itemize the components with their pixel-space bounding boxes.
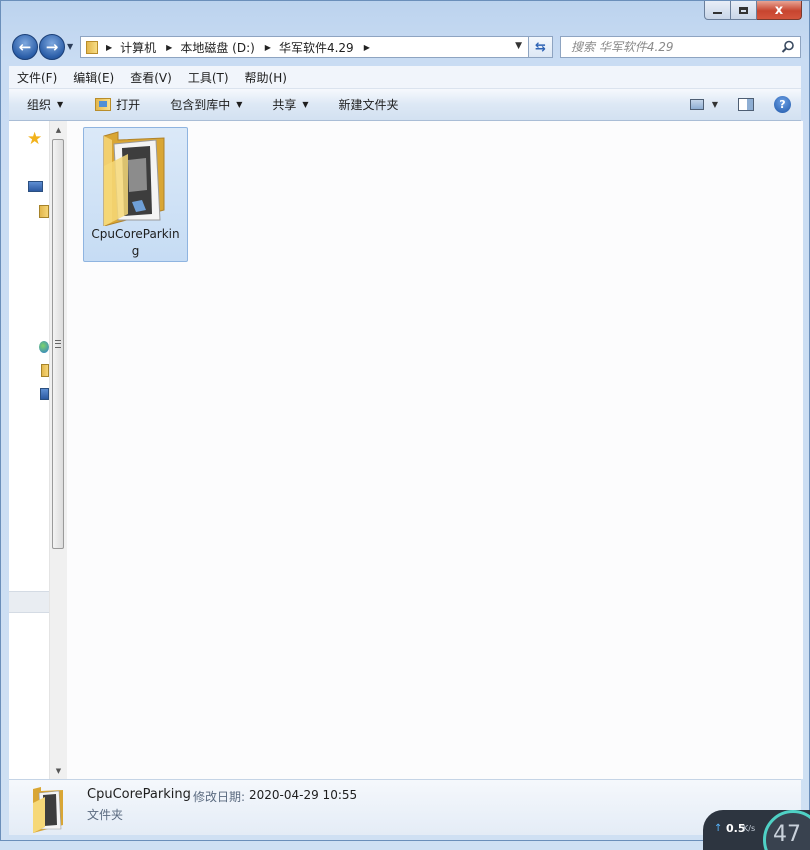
computer-icon[interactable]: [40, 388, 49, 400]
maximize-button[interactable]: [731, 1, 757, 20]
search-icon[interactable]: [781, 40, 795, 54]
maximize-icon: [739, 6, 748, 14]
navigation-pane[interactable]: ★: [9, 121, 49, 779]
new-folder-label: 新建文件夹: [338, 98, 399, 112]
crumb-separator-icon[interactable]: ▶: [265, 43, 271, 52]
caption-buttons: x: [704, 1, 802, 20]
menu-bar: 文件(F) 编辑(E) 查看(V) 工具(T) 帮助(H): [9, 66, 801, 89]
close-button[interactable]: x: [757, 1, 802, 20]
crumb-separator-icon[interactable]: ▶: [106, 43, 112, 52]
details-modified-label: 修改日期:: [193, 790, 246, 804]
navigation-row: ← → ▼ ▶ 计算机 ▶ 本地磁盘 (D:) ▶ 华军软件4.29 ▶ ▼ ⇆: [1, 33, 809, 61]
file-item-folder[interactable]: CpuCoreParking: [83, 127, 188, 262]
libraries-icon[interactable]: [39, 205, 49, 218]
nav-pane-divider: [9, 591, 49, 613]
dropdown-arrow-icon: ▼: [57, 100, 64, 109]
homegroup-icon[interactable]: [39, 341, 49, 353]
arrow-left-icon: ←: [18, 38, 32, 56]
details-file-name: CpuCoreParking: [87, 787, 191, 802]
folder-icon[interactable]: [41, 364, 49, 377]
dropdown-arrow-icon: ▼: [236, 100, 243, 109]
speed-number: 47: [773, 822, 801, 847]
share-button[interactable]: 共享 ▼: [252, 89, 318, 120]
speed-unit: K/s: [743, 824, 756, 833]
dropdown-arrow-icon: ▼: [302, 100, 309, 109]
details-file-type: 文件夹: [87, 808, 124, 822]
grip-icon: [55, 340, 61, 348]
favorites-star-icon[interactable]: ★: [27, 129, 42, 149]
details-modified-date: 2020-04-29 10:55: [249, 788, 358, 802]
details-pane: CpuCoreParking 修改日期: 2020-04-29 10:55 文件…: [9, 779, 801, 835]
refresh-button[interactable]: ⇆: [529, 36, 553, 58]
minimize-button[interactable]: [704, 1, 731, 20]
view-controls: ▼ ?: [689, 89, 791, 120]
new-folder-button[interactable]: 新建文件夹: [319, 89, 409, 120]
scroll-up-icon[interactable]: ▲: [50, 121, 67, 138]
scroll-down-icon[interactable]: ▼: [50, 762, 67, 779]
desktop-icon[interactable]: [28, 181, 43, 192]
menu-help[interactable]: 帮助(H): [237, 69, 295, 86]
preview-pane-icon[interactable]: [738, 98, 754, 111]
include-in-library-button[interactable]: 包含到库中 ▼: [150, 89, 252, 120]
organize-button[interactable]: 组织 ▼: [9, 89, 73, 120]
menu-tools[interactable]: 工具(T): [180, 69, 237, 86]
search-box[interactable]: [560, 36, 801, 58]
arrow-right-icon: →: [45, 38, 59, 56]
scroll-thumb[interactable]: [52, 139, 64, 549]
menu-edit[interactable]: 编辑(E): [65, 69, 122, 86]
folder-icon: [86, 40, 98, 54]
organize-label: 组织: [27, 98, 52, 112]
command-bar: 组织 ▼ 打开 包含到库中 ▼ 共享 ▼ 新建文件夹 ▼ ?: [9, 89, 801, 121]
network-speed-widget[interactable]: ↑ 0.5 K/s 47: [703, 810, 810, 850]
recent-pages-dropdown[interactable]: ▼: [67, 42, 73, 51]
nav-pane-scrollbar[interactable]: ▲ ▼: [49, 121, 67, 779]
share-label: 共享: [272, 98, 297, 112]
forward-button[interactable]: →: [39, 34, 65, 60]
include-library-label: 包含到库中: [170, 98, 231, 112]
address-bar[interactable]: ▶ 计算机 ▶ 本地磁盘 (D:) ▶ 华军软件4.29 ▶ ▼: [80, 36, 529, 58]
address-dropdown-icon[interactable]: ▼: [515, 41, 522, 51]
crumb-separator-icon[interactable]: ▶: [364, 43, 370, 52]
file-list-area[interactable]: CpuCoreParking: [67, 121, 803, 779]
file-name-label: CpuCoreParking: [91, 227, 180, 258]
view-mode-icon[interactable]: [689, 99, 704, 110]
crumb-separator-icon[interactable]: ▶: [166, 43, 172, 52]
breadcrumb-computer[interactable]: 计算机: [120, 39, 156, 56]
help-icon[interactable]: ?: [774, 96, 791, 113]
menu-view[interactable]: 查看(V): [122, 69, 180, 86]
breadcrumb-local-disk[interactable]: 本地磁盘 (D:): [180, 39, 254, 56]
menu-file[interactable]: 文件(F): [9, 69, 65, 86]
folder-icon: [33, 787, 63, 833]
upload-arrow-icon: ↑: [714, 823, 723, 834]
open-label: 打开: [116, 98, 141, 112]
open-icon: [95, 98, 112, 111]
close-icon: x: [774, 2, 784, 18]
refresh-icon: ⇆: [535, 39, 546, 55]
search-input[interactable]: [569, 39, 783, 55]
breadcrumb-current-folder[interactable]: 华军软件4.29: [279, 39, 354, 56]
view-dropdown-icon[interactable]: ▼: [712, 100, 718, 109]
minimize-icon: [713, 12, 722, 14]
back-button[interactable]: ←: [12, 34, 38, 60]
open-button[interactable]: 打开: [73, 89, 150, 120]
folder-icon: [103, 131, 165, 226]
explorer-window: x ← → ▼ ▶ 计算机 ▶ 本地磁盘 (D:) ▶ 华军软件4.29 ▶ ▼…: [0, 0, 810, 841]
